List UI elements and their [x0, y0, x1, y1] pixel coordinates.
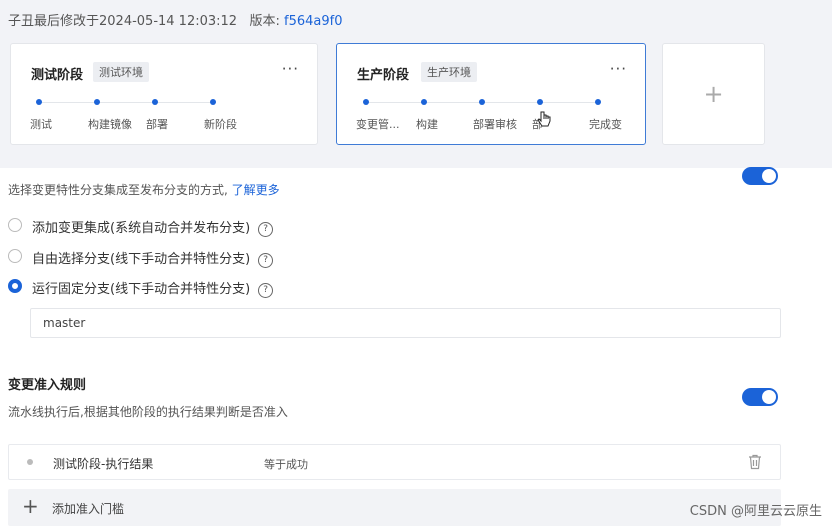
- admission-rule-row: 测试阶段-执行结果 等于成功: [8, 444, 781, 480]
- add-admission-gate-button[interactable]: + 添加准入门槛: [8, 489, 781, 526]
- help-icon[interactable]: ?: [258, 253, 274, 268]
- step-label[interactable]: 构建镜像: [88, 116, 132, 132]
- step-node[interactable]: [537, 99, 543, 105]
- step-node[interactable]: [479, 99, 485, 105]
- toggle-knob: [762, 169, 776, 183]
- step-label[interactable]: 测试: [30, 116, 52, 132]
- step-node[interactable]: [210, 99, 216, 105]
- modified-text: 子丑最后修改于2024-05-14 12:03:12: [8, 14, 238, 29]
- step-label[interactable]: 新阶段: [204, 116, 237, 132]
- bullet-icon: [27, 459, 33, 465]
- step-label[interactable]: 构建: [416, 116, 438, 132]
- rule-condition: 等于成功: [264, 458, 308, 471]
- rule-stage-result: 测试阶段-执行结果: [53, 457, 154, 471]
- stage-env-tag: 生产环境: [421, 62, 477, 82]
- version-link[interactable]: f564a9f0: [284, 14, 342, 29]
- admission-toggle[interactable]: [742, 388, 778, 406]
- step-label[interactable]: 部署审核: [473, 116, 517, 132]
- step-node[interactable]: [421, 99, 427, 105]
- radio-label: 自由选择分支(线下手动合并特性分支): [32, 252, 251, 267]
- stage-card-production[interactable]: 生产阶段 生产环境 ··· 变更管... 构建 部署审核 部 完成变: [336, 43, 646, 145]
- step-node[interactable]: [152, 99, 158, 105]
- version-label: 版本:: [249, 14, 280, 29]
- plus-icon: +: [703, 80, 724, 108]
- step-label[interactable]: 变更管...: [356, 116, 400, 132]
- step-node[interactable]: [94, 99, 100, 105]
- hand-cursor-icon: [537, 111, 551, 133]
- radio-button-checked[interactable]: [8, 279, 22, 293]
- fixed-branch-input[interactable]: master: [30, 308, 781, 338]
- radio-label: 添加变更集成(系统自动合并发布分支): [32, 221, 251, 236]
- more-options-icon[interactable]: ···: [282, 60, 299, 78]
- last-modified-info: 子丑最后修改于2024-05-14 12:03:12 版本: f564a9f0: [8, 10, 343, 29]
- step-label[interactable]: 完成变: [589, 116, 622, 132]
- stage-track: [38, 102, 216, 103]
- radio-button[interactable]: [8, 249, 22, 263]
- trash-icon[interactable]: [748, 454, 762, 474]
- toggle-knob: [762, 390, 776, 404]
- branch-value: master: [43, 316, 86, 330]
- stage-card-test[interactable]: 测试阶段 测试环境 ··· 测试 构建镜像 部署 新阶段: [10, 43, 318, 145]
- admission-rules-title: 变更准入规则: [8, 378, 87, 393]
- add-stage-button[interactable]: +: [662, 43, 765, 145]
- step-label[interactable]: 部署: [146, 116, 168, 132]
- radio-button[interactable]: [8, 218, 22, 232]
- admission-rules-description: 流水线执行后,根据其他阶段的执行结果判断是否准入: [8, 405, 288, 419]
- add-gate-label: 添加准入门槛: [52, 502, 125, 516]
- help-icon[interactable]: ?: [258, 283, 274, 298]
- stage-env-tag: 测试环境: [93, 62, 149, 82]
- more-options-icon[interactable]: ···: [610, 60, 627, 78]
- integration-toggle[interactable]: [742, 167, 778, 185]
- stage-title: 生产阶段: [357, 68, 410, 83]
- integration-description: 选择变更特性分支集成至发布分支的方式, 了解更多: [8, 183, 280, 197]
- step-node[interactable]: [363, 99, 369, 105]
- stage-title: 测试阶段: [31, 68, 84, 83]
- watermark: CSDN @阿里云云原生: [689, 504, 822, 519]
- step-node[interactable]: [595, 99, 601, 105]
- plus-icon: +: [22, 494, 39, 518]
- learn-more-link[interactable]: 了解更多: [232, 183, 280, 197]
- step-node[interactable]: [36, 99, 42, 105]
- radio-label: 运行固定分支(线下手动合并特性分支): [32, 282, 251, 297]
- help-icon[interactable]: ?: [258, 222, 274, 237]
